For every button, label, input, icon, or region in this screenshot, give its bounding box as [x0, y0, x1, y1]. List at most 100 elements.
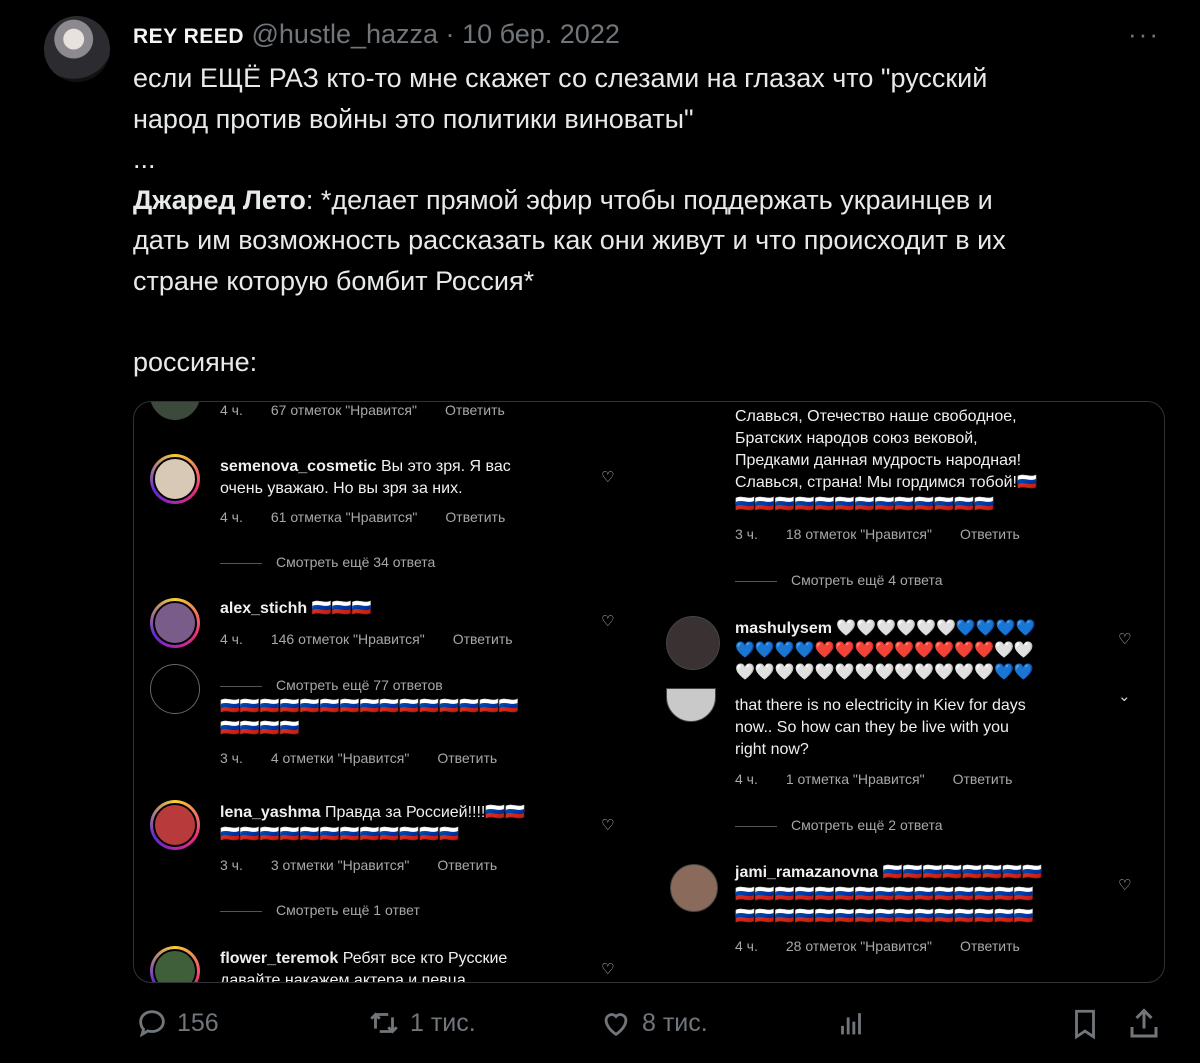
- author-avatar[interactable]: [44, 16, 110, 82]
- tweet-date[interactable]: 10 бер. 2022: [462, 19, 620, 49]
- view-more-replies[interactable]: Смотреть ещё 1 ответ: [220, 902, 420, 918]
- comment-meta: 3 ч. 18 отметок "Нравится" Ответить: [735, 526, 1048, 542]
- comment-username[interactable]: alex_stichh: [220, 600, 307, 617]
- views-button[interactable]: [834, 1006, 868, 1040]
- tweet-line: дать им возможность рассказать как они ж…: [133, 225, 1006, 255]
- like-button[interactable]: 8 тис.: [598, 1006, 708, 1040]
- comment-username[interactable]: semenova_cosmetic: [220, 458, 377, 475]
- comment-text: Славься, страна! Мы гордимся тобой!🇷🇺: [735, 474, 1037, 491]
- comment-flags: 🇷🇺🇷🇺: [485, 804, 526, 821]
- comment-time: 3 ч.: [735, 526, 758, 542]
- comment-flags: 🇷🇺🇷🇺🇷🇺🇷🇺🇷🇺🇷🇺🇷🇺🇷🇺🇷🇺🇷🇺🇷🇺🇷🇺🇷🇺: [735, 496, 994, 513]
- reply-count: 156: [177, 1008, 219, 1037]
- reply-link[interactable]: Ответить: [953, 771, 1013, 787]
- reply-link[interactable]: Ответить: [960, 526, 1020, 542]
- attached-screenshot[interactable]: 4 ч. 67 отметок "Нравится" Ответить semeno…: [133, 401, 1165, 983]
- avatar: [150, 454, 200, 504]
- reply-link[interactable]: Ответить: [453, 631, 513, 647]
- comment: lena_yashma Правда за Россией!!!!🇷🇺🇷🇺 🇷🇺…: [220, 802, 525, 846]
- comment-text: Братских народов союз вековой,: [735, 430, 978, 447]
- avatar: [150, 800, 200, 850]
- comment-text: давайте накажем актера и певца: [220, 972, 466, 983]
- reply-link[interactable]: Ответить: [437, 857, 497, 873]
- comment: that there is no electricity in Kiev for…: [735, 695, 1026, 761]
- comment-time: 3 ч.: [220, 750, 243, 766]
- reply-button[interactable]: 156: [135, 1006, 219, 1040]
- author-handle[interactable]: @hustle_hazza: [252, 19, 439, 49]
- reply-link[interactable]: Ответить: [445, 509, 505, 525]
- comment-likes: 28 отметок "Нравится": [785, 938, 932, 954]
- more-options-icon[interactable]: ···: [1128, 19, 1160, 50]
- share-button[interactable]: [1126, 1006, 1162, 1042]
- retweet-icon: [370, 1012, 398, 1034]
- avatar: [666, 616, 720, 670]
- tweet-line: россияне:: [133, 346, 258, 377]
- view-more-replies[interactable]: Смотреть ещё 77 ответов: [220, 677, 443, 693]
- heart-icon[interactable]: ♡: [1118, 630, 1131, 648]
- view-more-replies[interactable]: Смотреть ещё 34 ответа: [220, 554, 435, 570]
- comment-meta: 4 ч. 1 отметка "Нравится" Ответить: [735, 771, 1040, 787]
- reply-link[interactable]: Ответить: [445, 402, 505, 418]
- comment-time: 4 ч.: [735, 771, 758, 787]
- comment-hearts: 💙💙💙💙❤️❤️❤️❤️❤️❤️❤️❤️❤️🤍🤍: [735, 642, 1034, 659]
- tweet-line: ...: [133, 144, 156, 174]
- author-name[interactable]: REY REED: [133, 25, 244, 48]
- comment-meta: 4 ч. 61 отметка "Нравится" Ответить: [220, 509, 533, 525]
- views-icon: [841, 1013, 861, 1035]
- bookmark-button[interactable]: [1068, 1006, 1102, 1042]
- heart-icon[interactable]: ♡: [601, 468, 614, 486]
- share-icon: [1130, 1008, 1158, 1038]
- comment: semenova_cosmetic Вы это зря. Я вас очен…: [220, 456, 511, 500]
- comment-text: Ребят все кто Русские: [342, 950, 508, 967]
- comment-likes: 4 отметки "Нравится": [270, 750, 410, 766]
- comment-username[interactable]: flower_teremok: [220, 950, 338, 967]
- comment: alex_stichh 🇷🇺🇷🇺🇷🇺: [220, 598, 371, 620]
- comment-flags: 🇷🇺🇷🇺🇷🇺🇷🇺🇷🇺🇷🇺🇷🇺🇷🇺🇷🇺🇷🇺🇷🇺🇷🇺🇷🇺🇷🇺🇷🇺: [220, 698, 519, 715]
- separator: ·: [445, 19, 455, 49]
- comment-flags: 🇷🇺🇷🇺🇷🇺🇷🇺🇷🇺🇷🇺🇷🇺🇷🇺🇷🇺🇷🇺🇷🇺🇷🇺: [220, 826, 460, 843]
- mentioned-name: Джаред Лето: [133, 184, 306, 215]
- heart-icon[interactable]: ♡: [1118, 876, 1131, 894]
- avatar: [150, 598, 200, 648]
- heart-icon[interactable]: ♡: [601, 960, 614, 978]
- comment-likes: 3 отметки "Нравится": [270, 857, 410, 873]
- comment-username[interactable]: lena_yashma: [220, 804, 321, 821]
- reply-link[interactable]: Ответить: [960, 938, 1020, 954]
- comment-likes: 61 отметка "Нравится": [270, 509, 418, 525]
- avatar: [666, 688, 716, 722]
- view-more-replies[interactable]: Смотреть ещё 2 ответа: [735, 817, 943, 833]
- comment: mashulysem 🤍🤍🤍🤍🤍🤍💙💙💙💙 💙💙💙💙❤️❤️❤️❤️❤️❤️❤️…: [735, 618, 1036, 684]
- tweet-header: REY REED @hustle_hazza · 10 бер. 2022: [133, 19, 620, 50]
- tweet-line: народ против войны это политики виноваты…: [133, 103, 694, 134]
- comment-text: Вы это зря. Я вас: [380, 458, 511, 475]
- like-icon: [604, 1013, 628, 1037]
- comment-text: Предками данная мудрость народная!: [735, 452, 1022, 469]
- comment-text: now.. So how can they be live with you: [735, 719, 1009, 736]
- comment-flags: 🇷🇺🇷🇺🇷🇺: [311, 600, 372, 617]
- comment-likes: 18 отметок "Нравится": [785, 526, 932, 542]
- tweet-line-rest: : *делает прямой эфир чтобы поддержать у…: [305, 184, 993, 215]
- reply-link[interactable]: Ответить: [437, 750, 497, 766]
- comment-meta: 4 ч. 28 отметок "Нравится" Ответить: [735, 938, 1048, 954]
- comment-text: очень уважаю. Но вы зря за них.: [220, 480, 463, 497]
- tweet-text: если ЕЩЁ РАЗ кто-то мне скажет со слезам…: [133, 58, 1153, 382]
- comment-username[interactable]: mashulysem: [735, 620, 832, 637]
- comment-likes: 146 отметок "Нравится": [270, 631, 425, 647]
- view-more-replies[interactable]: Смотреть ещё 4 ответа: [735, 572, 943, 588]
- comment-time: 4 ч.: [735, 938, 758, 954]
- comment-username[interactable]: jami_ramazanovna: [735, 864, 878, 881]
- comment-flags: 🇷🇺🇷🇺🇷🇺🇷🇺🇷🇺🇷🇺🇷🇺🇷🇺: [882, 864, 1043, 881]
- comment-flags: 🇷🇺🇷🇺🇷🇺🇷🇺🇷🇺🇷🇺🇷🇺🇷🇺🇷🇺🇷🇺🇷🇺🇷🇺🇷🇺🇷🇺🇷🇺: [735, 908, 1034, 925]
- anthem-comment: Славься, Отечество наше свободное, Братс…: [735, 406, 1037, 516]
- chevron-down-icon[interactable]: ⌄: [1118, 687, 1131, 705]
- heart-icon[interactable]: ♡: [601, 612, 614, 630]
- retweet-count: 1 тис.: [410, 1008, 476, 1037]
- heart-icon[interactable]: ♡: [601, 816, 614, 834]
- comment: jami_ramazanovna 🇷🇺🇷🇺🇷🇺🇷🇺🇷🇺🇷🇺🇷🇺🇷🇺 🇷🇺🇷🇺🇷🇺…: [735, 862, 1042, 928]
- comment-text: Славься, Отечество наше свободное,: [735, 408, 1017, 425]
- retweet-button[interactable]: 1 тис.: [366, 1006, 476, 1040]
- comment-time: 3 ч.: [220, 857, 243, 873]
- comment-text: Правда за Россией!!!!: [324, 804, 486, 821]
- tweet-actions: 156 1 тис. 8 тис.: [0, 1006, 1200, 1046]
